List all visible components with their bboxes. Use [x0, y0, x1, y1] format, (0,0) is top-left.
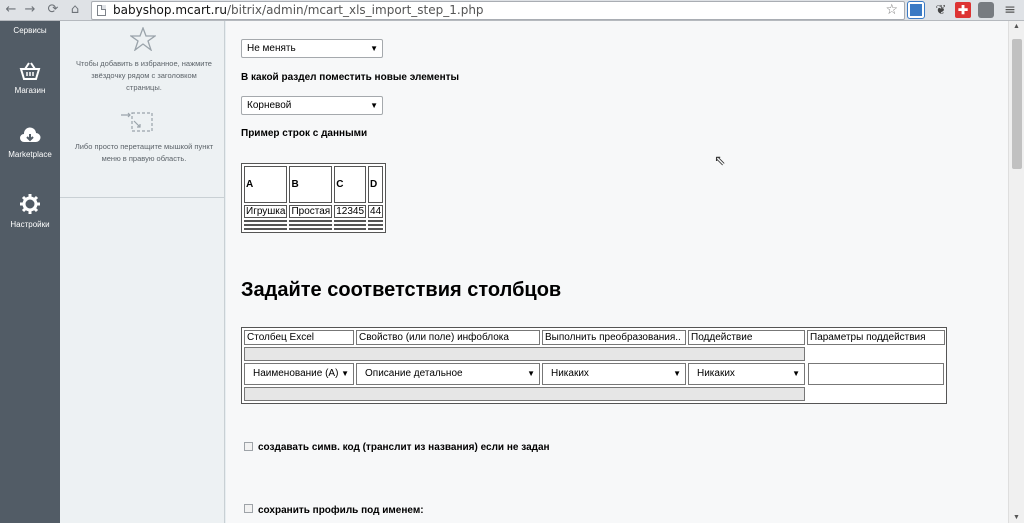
divider [60, 197, 225, 198]
create-code-checkbox[interactable] [244, 442, 253, 451]
separator-row [244, 387, 805, 401]
back-icon[interactable]: ← [3, 2, 19, 18]
admin-menu-marketplace[interactable]: Marketplace [0, 127, 60, 159]
scroll-up-icon[interactable]: ▲ [1013, 23, 1020, 30]
section-label: В какой раздел поместить новые элементы [241, 72, 460, 83]
favorites-panel: Чтобы добавить в избранное, нажмите звёз… [60, 21, 225, 523]
table-cell: Простая [289, 205, 333, 218]
table-header: D [368, 166, 384, 203]
gear-icon [20, 194, 40, 214]
table-header: B [289, 166, 333, 203]
scroll-thumb[interactable] [1012, 39, 1022, 169]
table-header: Свойство (или поле) инфоблока [356, 330, 540, 345]
table-cell: Игрушка [244, 205, 288, 218]
browser-menu-icon[interactable]: ≡ [1002, 2, 1018, 18]
mapping-table: Столбец Excel Свойство (или поле) инфобл… [241, 327, 947, 404]
admin-menu-services[interactable]: Сервисы [0, 23, 60, 35]
mode-select[interactable]: Не менять ▼ [241, 39, 383, 58]
page-icon [97, 5, 106, 16]
admin-menu-shop[interactable]: Магазин [0, 61, 60, 95]
admin-menu-settings[interactable]: Настройки [0, 193, 60, 229]
save-profile-label: сохранить профиль под именем: [258, 505, 424, 516]
table-header: Выполнить преобразования.. [542, 330, 686, 345]
chevron-down-icon: ▼ [673, 369, 681, 378]
browser-toolbar: ← → ⟳ ⌂ babyshop.mcart.ru/bitrix/admin/m… [0, 0, 1024, 21]
sample-table: A B C D Игрушка Простая 12345 44 [241, 163, 387, 233]
separator-row [244, 347, 805, 361]
table-header: Поддействие [688, 330, 805, 345]
table-cell: 12345 [334, 205, 367, 218]
bookmark-star-icon[interactable]: ☆ [885, 2, 898, 18]
table-cell: 44 [368, 205, 384, 218]
chevron-down-icon: ▼ [792, 369, 800, 378]
star-icon [130, 27, 156, 51]
url-text: babyshop.mcart.ru/bitrix/admin/mcart_xls… [113, 3, 484, 17]
section-select[interactable]: Корневой ▼ [241, 96, 383, 115]
table-header: A [244, 166, 288, 203]
extension-icon[interactable] [907, 1, 925, 19]
table-header: Параметры поддействия [807, 330, 945, 345]
cloud-download-icon [20, 127, 41, 142]
excel-column-select[interactable]: Наименование (A) ▼ [244, 363, 354, 385]
create-code-label: создавать симв. код (транслит из названи… [258, 442, 550, 453]
property-select[interactable]: Описание детальное ▼ [356, 363, 540, 385]
drag-hint: Либо просто перетащите мышкой пункт меню… [74, 142, 214, 163]
mapping-title: Задайте соответствия столбцов [241, 279, 562, 301]
transform-select[interactable]: Никаких ▼ [542, 363, 686, 385]
favorites-hint: Чтобы добавить в избранное, нажмите звёз… [76, 59, 212, 92]
drag-drop-icon [121, 112, 153, 132]
sample-label: Пример строк с данными [241, 128, 368, 139]
cast-icon[interactable] [978, 2, 994, 18]
chevron-down-icon: ▼ [341, 369, 349, 378]
subaction-select[interactable]: Никаких ▼ [688, 363, 805, 385]
admin-sidebar: Сервисы Магазин Marketplace Настройки [0, 21, 60, 523]
forward-icon[interactable]: → [22, 2, 38, 18]
save-profile-checkbox[interactable] [244, 504, 253, 513]
extension-red-icon[interactable]: ✚ [955, 2, 971, 18]
basket-icon [19, 62, 41, 80]
table-header: C [334, 166, 367, 203]
home-icon[interactable]: ⌂ [67, 2, 83, 18]
subaction-params-input[interactable] [808, 363, 944, 385]
chevron-down-icon: ▼ [527, 369, 535, 378]
chevron-down-icon: ▼ [370, 44, 378, 53]
mouse-cursor-icon: ⇖ [714, 152, 726, 168]
main-content: Не менять ▼ В какой раздел поместить новы… [226, 21, 1008, 523]
table-header: Столбец Excel [244, 330, 354, 345]
scroll-down-icon[interactable]: ▼ [1013, 514, 1020, 521]
address-bar[interactable]: babyshop.mcart.ru/bitrix/admin/mcart_xls… [91, 1, 905, 20]
reload-icon[interactable]: ⟳ [45, 2, 61, 18]
page-scrollbar[interactable]: ▲ ▼ [1008, 21, 1024, 523]
chevron-down-icon: ▼ [370, 101, 378, 110]
evernote-icon[interactable]: ❦ [933, 2, 949, 18]
